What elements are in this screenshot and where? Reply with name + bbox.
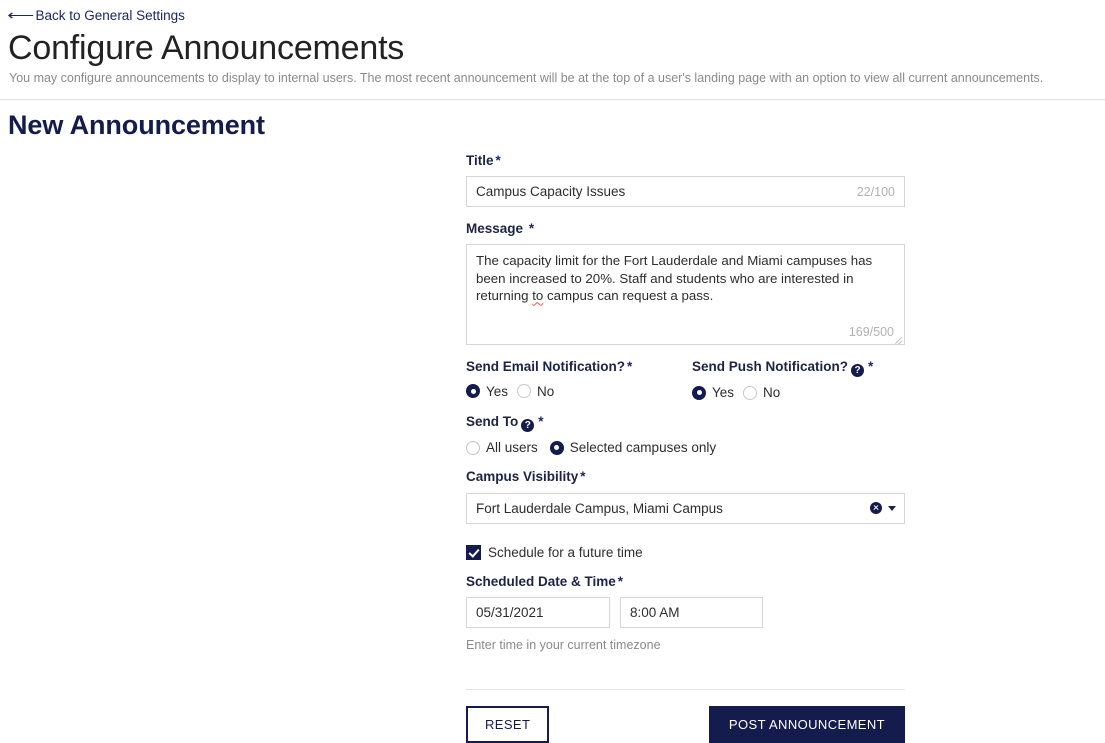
campus-visibility-label-text: Campus Visibility xyxy=(466,469,579,485)
scheduled-date-input[interactable]: 05/31/2021 xyxy=(466,596,610,628)
announcement-form: Title* 22/100 Message * The capacity lim… xyxy=(466,153,905,743)
campus-visibility-icons xyxy=(870,502,896,515)
timezone-hint: Enter time in your current timezone xyxy=(466,637,661,652)
send-to-options: All users Selected campuses only xyxy=(466,440,905,455)
send-to-group: Send To? * All users Selected campuses on… xyxy=(466,414,905,455)
clear-circle-x-icon[interactable] xyxy=(870,502,882,515)
scheduled-datetime-label-text: Scheduled Date & Time xyxy=(466,573,616,589)
required-asterisk: * xyxy=(627,359,633,375)
required-asterisk: * xyxy=(538,414,544,430)
scheduled-datetime-group: Scheduled Date & Time * 05/31/2021 8:00 A… xyxy=(466,574,905,652)
send-to-all-users-label: All users xyxy=(486,440,538,456)
required-asterisk: * xyxy=(528,221,535,237)
send-to-all-users[interactable]: All users xyxy=(466,440,538,455)
send-to-label-text: Send To xyxy=(466,414,519,430)
scheduled-time-input[interactable]: 8:00 AM xyxy=(620,596,763,628)
campus-visibility-label: Campus Visibility * xyxy=(466,469,905,485)
header-divider xyxy=(0,99,1105,100)
title-input[interactable] xyxy=(467,177,904,207)
title-label-text: Title xyxy=(466,153,494,168)
required-asterisk: * xyxy=(495,153,501,168)
send-to-label: Send To? * xyxy=(466,414,905,433)
send-to-selected-campuses-label: Selected campuses only xyxy=(569,440,717,456)
checkbox-checked-icon[interactable] xyxy=(466,544,481,560)
question-mark-icon[interactable]: ? xyxy=(851,364,865,378)
campus-visibility-group: Campus Visibility * Fort Lauderdale Campu… xyxy=(466,469,905,524)
push-notification-no[interactable]: No xyxy=(743,385,780,400)
push-no-label: No xyxy=(763,385,781,401)
reset-button[interactable]: RESET xyxy=(466,705,550,743)
form-actions: RESET POST ANNOUNCEMENT xyxy=(466,705,905,743)
radio-unselected-icon[interactable] xyxy=(466,440,480,455)
email-notification-yes[interactable]: Yes xyxy=(466,384,508,399)
radio-unselected-icon[interactable] xyxy=(743,385,758,400)
schedule-future-checkbox-row[interactable]: Schedule for a future time xyxy=(466,544,905,560)
radio-selected-icon[interactable] xyxy=(466,384,480,399)
title-input-wrapper[interactable]: 22/100 xyxy=(466,176,905,208)
message-field-group: Message * The capacity limit for the For… xyxy=(466,221,905,346)
page-subtitle: You may configure announcements to displ… xyxy=(9,71,1044,85)
push-notification-group: Send Push Notification?? * Yes No xyxy=(692,359,873,400)
title-field-group: Title* 22/100 xyxy=(466,153,905,208)
email-notification-group: Send Email Notification? * Yes No xyxy=(466,359,692,400)
schedule-future-label: Schedule for a future time xyxy=(488,544,643,560)
back-to-general-settings-link[interactable]: ⟵ Back to General Settings xyxy=(7,7,185,24)
send-to-selected-campuses[interactable]: Selected campuses only xyxy=(549,440,717,456)
required-asterisk: * xyxy=(580,469,586,485)
email-notification-label: Send Email Notification? * xyxy=(466,359,692,375)
footer-divider xyxy=(466,688,905,690)
back-link-label: Back to General Settings xyxy=(35,7,185,23)
arrow-left-long-icon: ⟵ xyxy=(7,7,35,24)
message-textarea-wrapper[interactable]: The capacity limit for the Fort Lauderda… xyxy=(466,244,905,346)
post-announcement-button[interactable]: POST ANNOUNCEMENT xyxy=(708,705,905,743)
push-notification-label: Send Push Notification?? * xyxy=(692,359,874,378)
page-title: Configure Announcements xyxy=(8,29,405,67)
email-yes-label: Yes xyxy=(486,383,509,399)
chevron-down-icon[interactable] xyxy=(888,505,896,511)
message-char-counter: 169/500 xyxy=(848,325,894,340)
textarea-resize-handle[interactable] xyxy=(893,333,903,343)
section-title-new-announcement: New Announcement xyxy=(8,110,265,140)
title-field-label: Title * xyxy=(466,153,905,169)
radio-selected-icon[interactable] xyxy=(549,440,564,455)
scheduled-datetime-label: Scheduled Date & Time * xyxy=(466,574,905,590)
email-notification-label-text: Send Email Notification? xyxy=(466,359,626,375)
required-asterisk: * xyxy=(868,359,874,375)
question-mark-icon[interactable]: ? xyxy=(521,419,535,433)
push-yes-label: Yes xyxy=(712,385,735,401)
campus-visibility-value: Fort Lauderdale Campus, Miami Campus xyxy=(476,500,723,516)
email-notification-options: Yes No xyxy=(466,384,692,399)
datetime-inputs-row: 05/31/2021 8:00 AM xyxy=(466,596,905,628)
notification-radio-row: Send Email Notification? * Yes No Send Pu… xyxy=(466,359,905,400)
campus-visibility-select[interactable]: Fort Lauderdale Campus, Miami Campus xyxy=(466,492,905,524)
email-no-label: No xyxy=(537,383,555,399)
push-notification-yes[interactable]: Yes xyxy=(692,385,734,400)
radio-selected-icon[interactable] xyxy=(692,385,706,400)
required-asterisk: * xyxy=(617,573,624,589)
email-notification-no[interactable]: No xyxy=(517,384,554,399)
radio-unselected-icon[interactable] xyxy=(517,384,532,399)
message-field-label: Message * xyxy=(466,221,905,237)
message-label-text: Message xyxy=(466,221,524,237)
push-notification-label-text: Send Push Notification? xyxy=(692,359,849,375)
push-notification-options: Yes No xyxy=(692,385,873,400)
